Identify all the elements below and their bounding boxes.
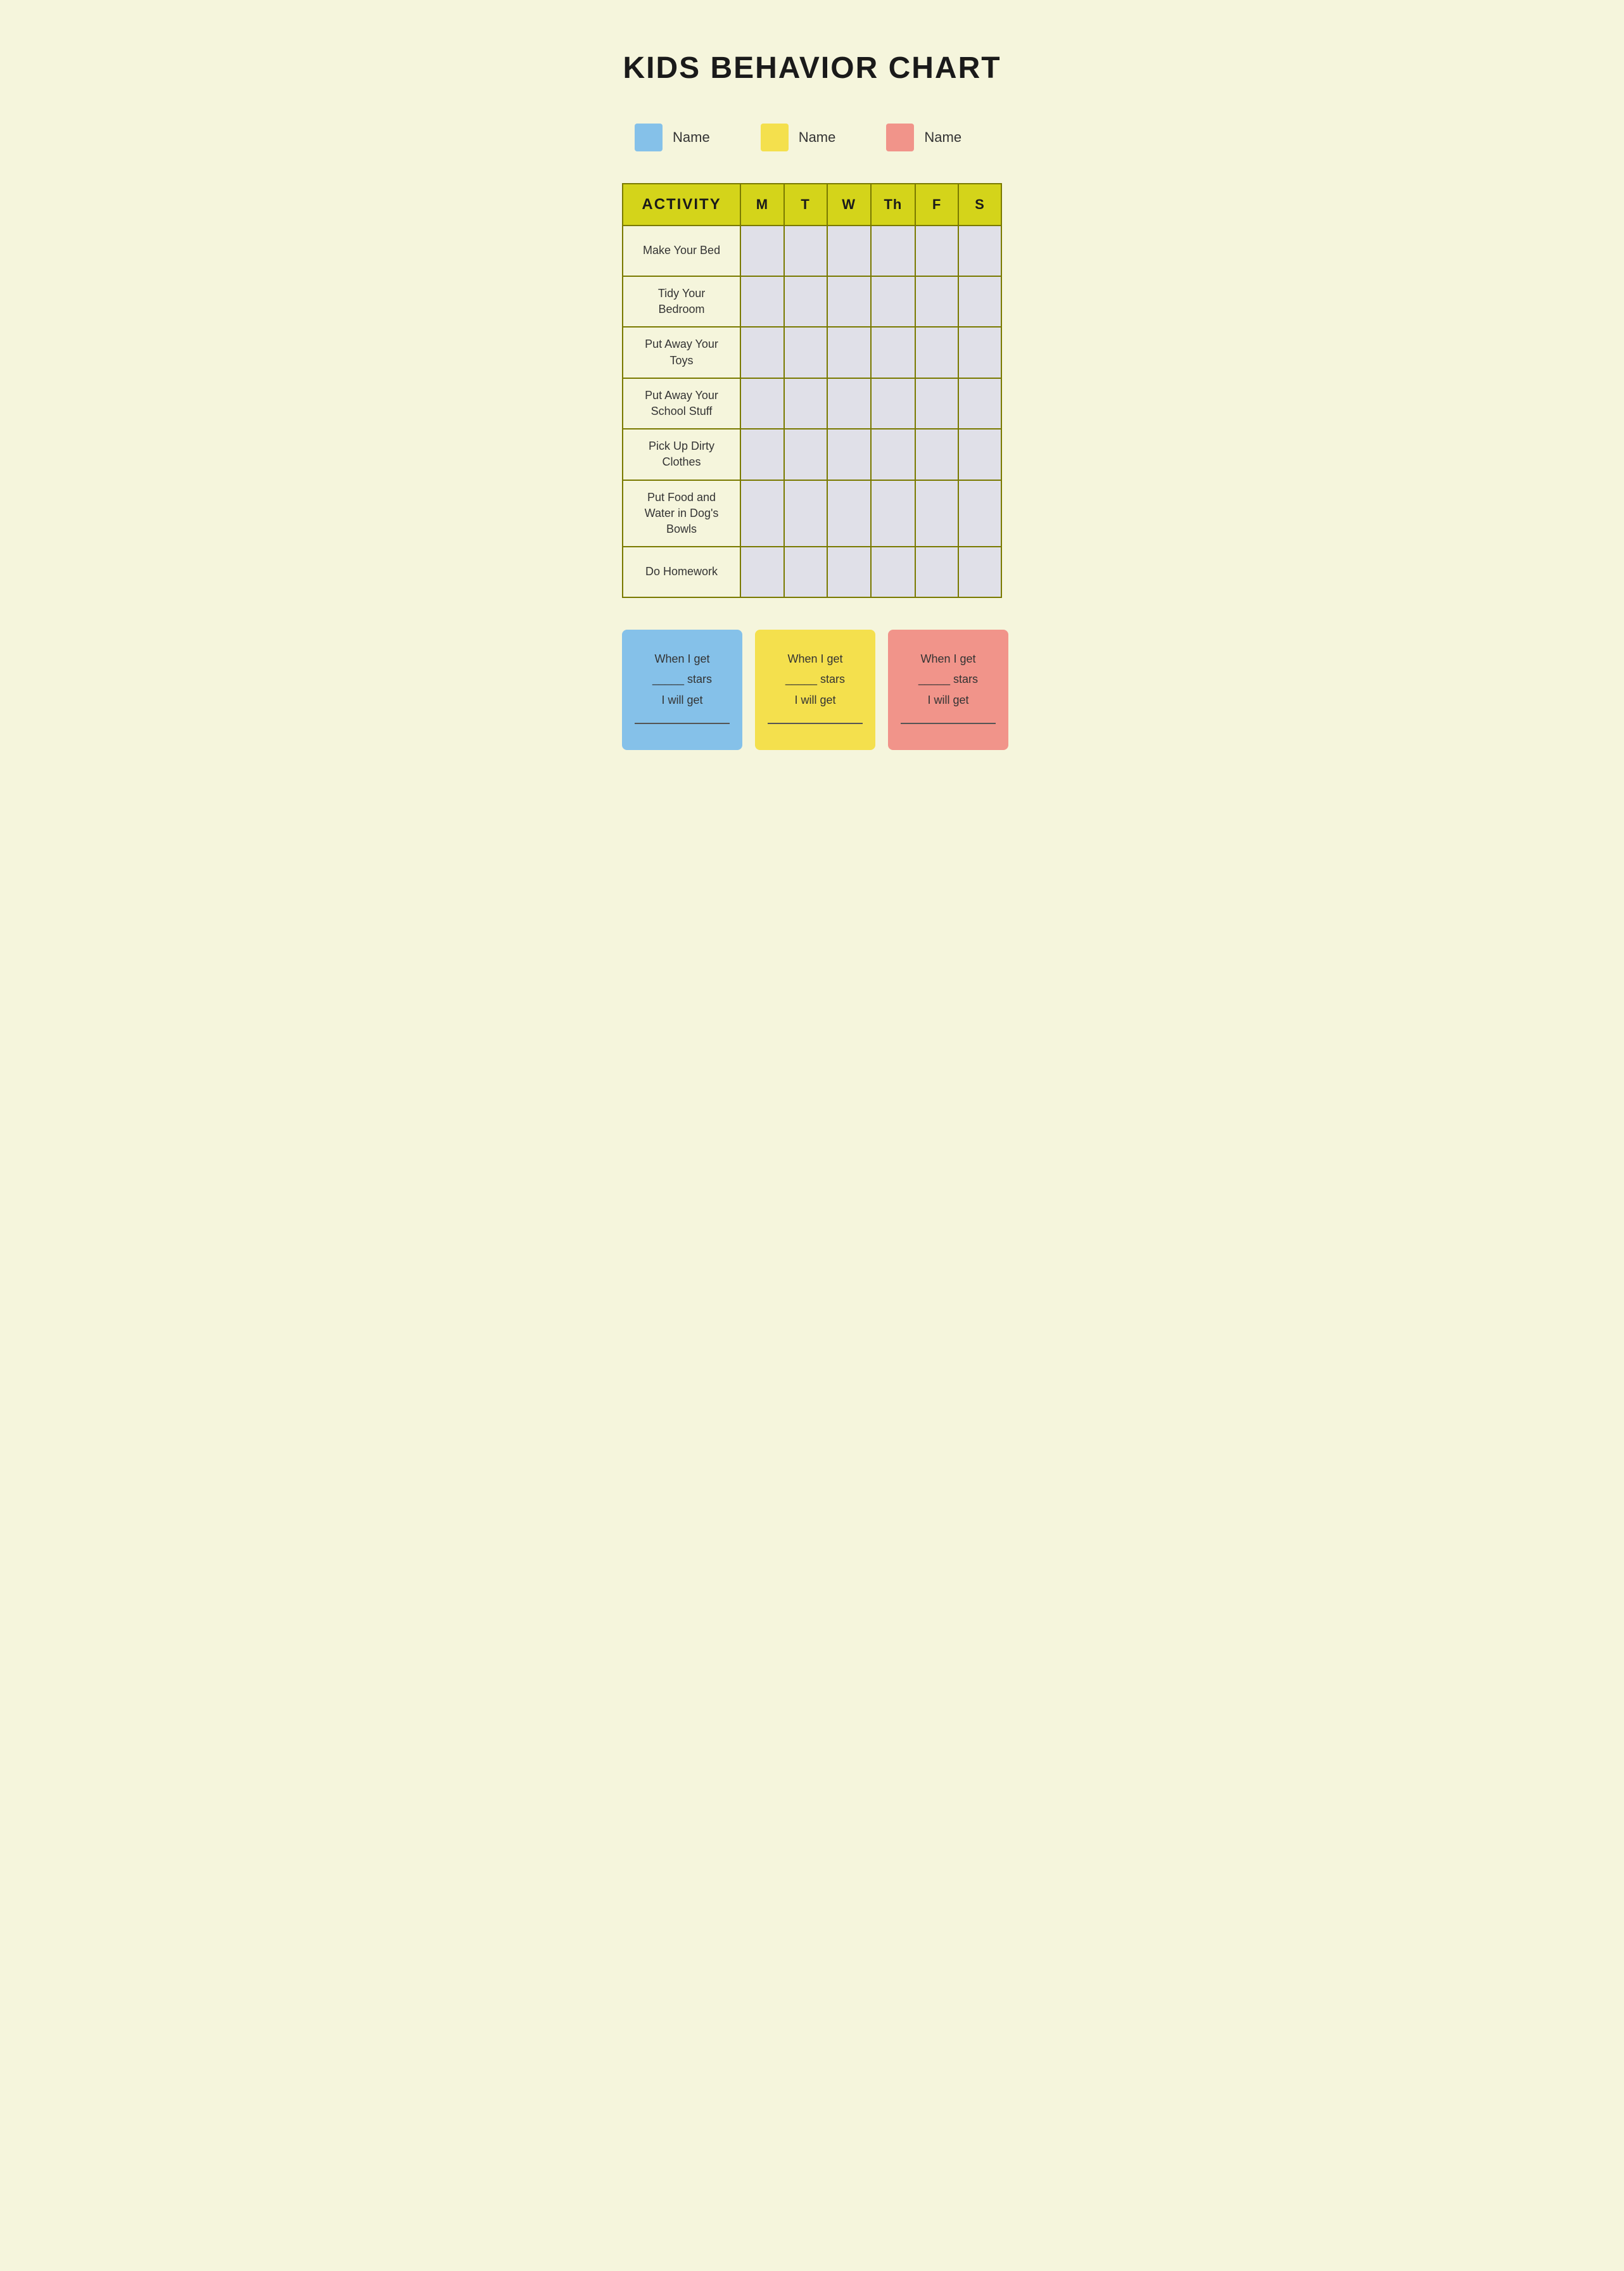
activity-put-away-toys: Put Away Your Toys <box>623 327 740 378</box>
cell-make-bed-s <box>958 226 1001 276</box>
table-row: Pick Up Dirty Clothes <box>623 429 1001 480</box>
legend: Name Name Name <box>622 124 1002 151</box>
cell-school-t <box>784 378 827 429</box>
reward-text-blue-1: When I get <box>635 649 730 669</box>
cell-toys-th <box>871 327 915 378</box>
reward-text-blue-2: _____ stars <box>635 669 730 689</box>
behavior-chart-table: ACTIVITY M T W Th F S Make Your Bed Tidy… <box>622 183 1002 598</box>
reward-boxes-container: When I get _____ stars I will get When I… <box>622 630 1002 750</box>
reward-text-yellow-3: I will get <box>768 690 863 710</box>
table-row: Make Your Bed <box>623 226 1001 276</box>
cell-hw-th <box>871 547 915 597</box>
reward-line-yellow <box>768 723 863 724</box>
cell-toys-m <box>740 327 784 378</box>
activity-homework: Do Homework <box>623 547 740 597</box>
cell-school-th <box>871 378 915 429</box>
cell-school-f <box>915 378 958 429</box>
cell-tidy-t <box>784 276 827 327</box>
activity-header: ACTIVITY <box>623 184 740 226</box>
cell-tidy-m <box>740 276 784 327</box>
cell-make-bed-m <box>740 226 784 276</box>
activity-tidy-bedroom: Tidy Your Bedroom <box>623 276 740 327</box>
cell-dog-m <box>740 480 784 547</box>
legend-label-2: Name <box>799 129 836 146</box>
day-header-t: T <box>784 184 827 226</box>
cell-school-m <box>740 378 784 429</box>
cell-tidy-w <box>827 276 871 327</box>
cell-make-bed-th <box>871 226 915 276</box>
day-header-f: F <box>915 184 958 226</box>
reward-text-pink-1: When I get <box>901 649 996 669</box>
activity-school-stuff: Put Away Your School Stuff <box>623 378 740 429</box>
cell-clothes-f <box>915 429 958 480</box>
table-row: Do Homework <box>623 547 1001 597</box>
table-header-row: ACTIVITY M T W Th F S <box>623 184 1001 226</box>
cell-make-bed-f <box>915 226 958 276</box>
reward-text-blue-3: I will get <box>635 690 730 710</box>
cell-toys-t <box>784 327 827 378</box>
cell-tidy-f <box>915 276 958 327</box>
cell-clothes-m <box>740 429 784 480</box>
cell-hw-t <box>784 547 827 597</box>
cell-hw-s <box>958 547 1001 597</box>
legend-label-1: Name <box>673 129 710 146</box>
cell-make-bed-t <box>784 226 827 276</box>
cell-clothes-s <box>958 429 1001 480</box>
reward-text-pink-2: _____ stars <box>901 669 996 689</box>
activity-make-bed: Make Your Bed <box>623 226 740 276</box>
page: KIDS BEHAVIOR CHART Name Name Name ACTIV… <box>584 13 1040 788</box>
legend-item-1: Name <box>635 124 710 151</box>
cell-toys-f <box>915 327 958 378</box>
day-header-m: M <box>740 184 784 226</box>
table-row: Put Away Your School Stuff <box>623 378 1001 429</box>
table-row: Put Food and Water in Dog's Bowls <box>623 480 1001 547</box>
reward-box-blue: When I get _____ stars I will get <box>622 630 742 750</box>
cell-toys-s <box>958 327 1001 378</box>
reward-line-pink <box>901 723 996 724</box>
cell-toys-w <box>827 327 871 378</box>
legend-color-blue <box>635 124 663 151</box>
table-row: Tidy Your Bedroom <box>623 276 1001 327</box>
reward-text-yellow-1: When I get <box>768 649 863 669</box>
day-header-th: Th <box>871 184 915 226</box>
cell-school-w <box>827 378 871 429</box>
legend-item-2: Name <box>761 124 836 151</box>
day-header-s: S <box>958 184 1001 226</box>
cell-dog-t <box>784 480 827 547</box>
legend-item-3: Name <box>886 124 961 151</box>
cell-tidy-s <box>958 276 1001 327</box>
legend-color-pink <box>886 124 914 151</box>
cell-dog-th <box>871 480 915 547</box>
cell-hw-w <box>827 547 871 597</box>
cell-school-s <box>958 378 1001 429</box>
legend-color-yellow <box>761 124 789 151</box>
cell-dog-f <box>915 480 958 547</box>
cell-hw-f <box>915 547 958 597</box>
reward-box-pink: When I get _____ stars I will get <box>888 630 1008 750</box>
cell-dog-s <box>958 480 1001 547</box>
activity-dog-bowls: Put Food and Water in Dog's Bowls <box>623 480 740 547</box>
reward-line-blue <box>635 723 730 724</box>
reward-text-yellow-2: _____ stars <box>768 669 863 689</box>
cell-clothes-w <box>827 429 871 480</box>
table-row: Put Away Your Toys <box>623 327 1001 378</box>
activity-dirty-clothes: Pick Up Dirty Clothes <box>623 429 740 480</box>
cell-hw-m <box>740 547 784 597</box>
cell-dog-w <box>827 480 871 547</box>
cell-clothes-t <box>784 429 827 480</box>
reward-text-pink-3: I will get <box>901 690 996 710</box>
cell-make-bed-w <box>827 226 871 276</box>
legend-label-3: Name <box>924 129 961 146</box>
reward-box-yellow: When I get _____ stars I will get <box>755 630 875 750</box>
page-title: KIDS BEHAVIOR CHART <box>622 51 1002 86</box>
cell-clothes-th <box>871 429 915 480</box>
cell-tidy-th <box>871 276 915 327</box>
day-header-w: W <box>827 184 871 226</box>
